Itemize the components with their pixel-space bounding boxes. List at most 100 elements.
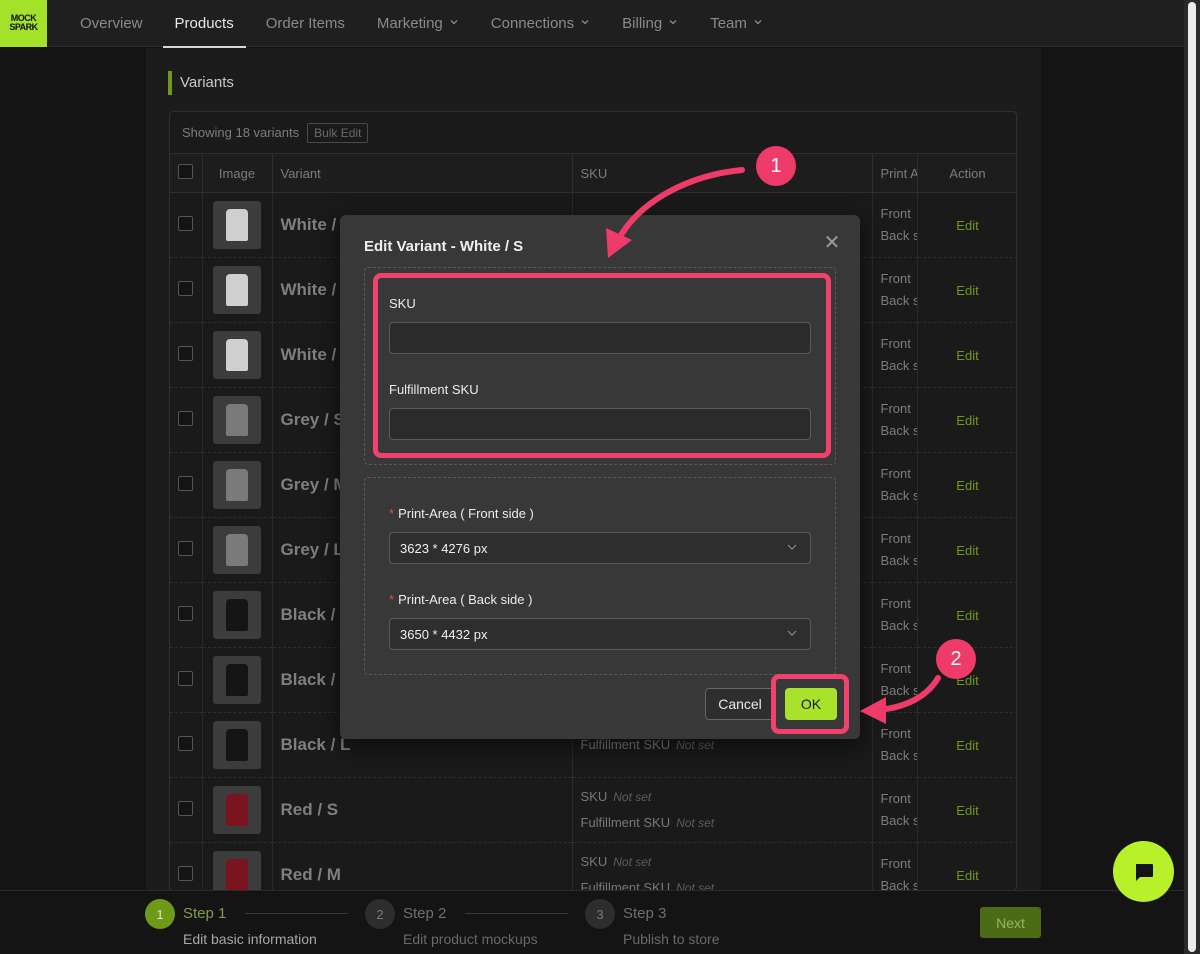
print-front: Front: [880, 466, 911, 481]
tshirt-icon: [225, 404, 248, 436]
edit-link[interactable]: Edit: [917, 712, 1016, 778]
annotation-badge-2: 2: [936, 639, 976, 679]
nav-item-billing[interactable]: Billing: [610, 0, 690, 47]
nav-item-connections[interactable]: Connections: [479, 0, 602, 47]
annotation-badge-1: 1: [756, 146, 796, 186]
close-icon[interactable]: ✕: [822, 233, 842, 253]
variant-thumbnail: [212, 331, 261, 379]
row-checkbox[interactable]: [178, 541, 193, 556]
variant-name: Grey / L: [280, 540, 344, 559]
row-checkbox[interactable]: [178, 476, 193, 491]
print-cell: Front Back s: [872, 387, 918, 453]
header-select-all[interactable]: [170, 153, 203, 193]
step-1-subtitle: Edit basic information: [183, 931, 317, 947]
sku-value: Not set: [613, 855, 652, 869]
variant-cell: Red / S: [272, 777, 573, 843]
table-header-row: Image Variant SKU Print A Action: [170, 153, 1016, 193]
nav-item-products[interactable]: Products: [162, 0, 246, 48]
sku-value: Not set: [613, 790, 652, 804]
row-checkbox[interactable]: [178, 216, 193, 231]
header-image: Image: [202, 153, 273, 193]
tshirt-icon: [225, 794, 248, 826]
print-back-label-text: Print-Area ( Back side ): [398, 592, 533, 607]
edit-link[interactable]: Edit: [917, 777, 1016, 843]
nav-item-label: Order Items: [265, 14, 345, 32]
print-back-label: * Print-Area ( Back side ): [389, 592, 532, 607]
print-back: Back s: [880, 228, 917, 243]
nav-menu: Overview Products Order Items Marketing Conn…: [68, 0, 783, 48]
cancel-button[interactable]: Cancel: [705, 688, 775, 720]
next-button[interactable]: Next: [980, 907, 1041, 938]
row-select-cell[interactable]: [170, 387, 203, 453]
page-scrollbar[interactable]: [1184, 0, 1200, 954]
edit-link[interactable]: Edit: [917, 322, 1016, 388]
scrollbar-thumb[interactable]: [1188, 2, 1196, 952]
step-connector: [245, 913, 348, 914]
print-cell: Front Back s: [872, 712, 918, 778]
variant-thumbnail: [212, 201, 261, 249]
edit-link[interactable]: Edit: [917, 842, 1016, 890]
print-cell: Front Back s: [872, 257, 918, 323]
edit-link[interactable]: Edit: [917, 387, 1016, 453]
print-front-select[interactable]: 3623 * 4276 px: [389, 532, 811, 564]
edit-link[interactable]: Edit: [917, 257, 1016, 323]
row-checkbox[interactable]: [178, 606, 193, 621]
image-cell: [202, 582, 273, 648]
nav-item-label: Marketing: [376, 14, 443, 32]
tshirt-icon: [225, 534, 248, 566]
variant-thumbnail: [212, 591, 261, 639]
print-front: Front: [880, 726, 911, 741]
row-select-cell[interactable]: [170, 517, 203, 583]
row-select-cell[interactable]: [170, 322, 203, 388]
print-cell: Front Back s: [872, 322, 918, 388]
variant-thumbnail: [212, 851, 261, 890]
row-select-cell[interactable]: [170, 712, 203, 778]
row-select-cell[interactable]: [170, 257, 203, 323]
row-select-cell[interactable]: [170, 582, 203, 648]
chat-button[interactable]: [1113, 841, 1174, 902]
row-select-cell[interactable]: [170, 452, 203, 518]
required-mark: *: [389, 506, 395, 521]
chevron-down-icon: [786, 541, 798, 556]
row-checkbox[interactable]: [178, 346, 193, 361]
tshirt-icon: [225, 209, 248, 241]
select-all-checkbox[interactable]: [178, 164, 193, 179]
print-back-select[interactable]: 3650 * 4432 px: [389, 618, 811, 650]
nav-item-marketing[interactable]: Marketing: [365, 0, 471, 47]
print-cell: Front Back s: [872, 647, 918, 713]
row-checkbox[interactable]: [178, 866, 193, 881]
edit-link[interactable]: Edit: [917, 452, 1016, 518]
app-logo[interactable]: MOCK SPARK: [0, 0, 47, 47]
tshirt-icon: [225, 469, 248, 501]
variant-name: Grey / S: [280, 410, 345, 429]
step-1-number: 1: [145, 899, 175, 929]
step-3: 3 Step 3 Publish to store: [585, 899, 720, 947]
row-checkbox[interactable]: [178, 411, 193, 426]
edit-link[interactable]: Edit: [917, 582, 1016, 648]
print-front-label-text: Print-Area ( Front side ): [398, 506, 534, 521]
row-checkbox[interactable]: [178, 281, 193, 296]
row-select-cell[interactable]: [170, 842, 203, 890]
nav-item-team[interactable]: Team: [698, 0, 775, 47]
row-checkbox[interactable]: [178, 736, 193, 751]
edit-link[interactable]: Edit: [917, 192, 1016, 258]
image-cell: [202, 192, 273, 258]
print-front: Front: [880, 336, 911, 351]
image-cell: [202, 257, 273, 323]
header-action: Action: [917, 153, 1016, 193]
row-checkbox[interactable]: [178, 801, 193, 816]
edit-link[interactable]: Edit: [917, 517, 1016, 583]
nav-item-order-items[interactable]: Order Items: [254, 0, 357, 47]
image-cell: [202, 387, 273, 453]
nav-item-overview[interactable]: Overview: [68, 0, 155, 47]
fulfillment-field-label: Fulfillment SKU: [580, 737, 671, 752]
row-select-cell[interactable]: [170, 777, 203, 843]
variant-name: White /: [280, 345, 337, 364]
nav-item-label: Connections: [490, 14, 575, 32]
bulk-edit-button[interactable]: Bulk Edit: [307, 122, 369, 143]
sku-cell: SKU Not set Fulfillment SKU Not set: [572, 777, 873, 843]
row-select-cell[interactable]: [170, 647, 203, 713]
row-select-cell[interactable]: [170, 192, 203, 258]
row-checkbox[interactable]: [178, 671, 193, 686]
chevron-down-icon: [753, 17, 763, 30]
